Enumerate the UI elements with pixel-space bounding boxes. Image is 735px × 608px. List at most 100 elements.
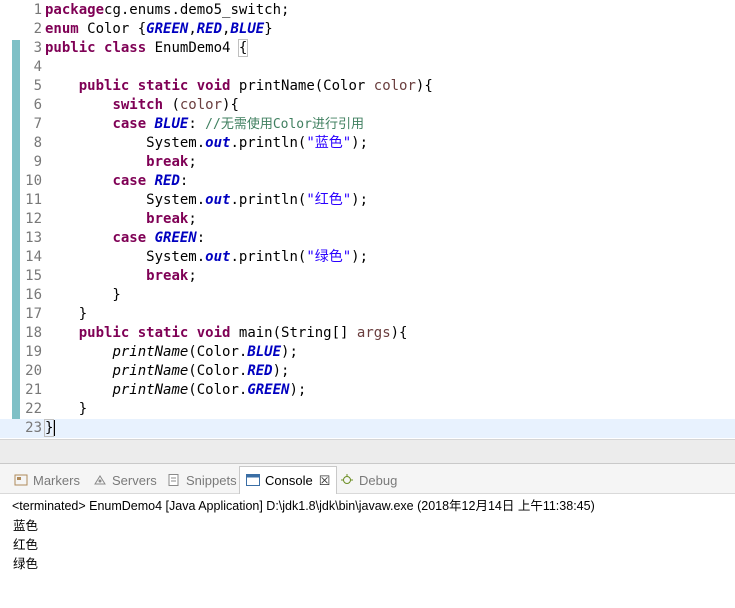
code-line[interactable]: 9 break; (0, 153, 735, 172)
code-text: enum Color {GREEN,RED,BLUE} (45, 20, 273, 39)
code-token: public (78, 325, 130, 341)
code-line[interactable]: 21 printName(Color.GREEN); (0, 381, 735, 400)
code-token: Color { (78, 21, 147, 37)
code-token: .println( (230, 192, 307, 208)
code-token: } (45, 306, 88, 322)
code-token: color (373, 78, 416, 94)
code-token: System. (45, 249, 206, 265)
code-line[interactable]: 10 case RED: (0, 172, 735, 191)
code-text: case RED: (45, 172, 188, 191)
code-text: } (45, 400, 87, 419)
code-line[interactable]: 14 System.out.println("绿色"); (0, 248, 735, 267)
code-line[interactable]: 19 printName(Color.BLUE); (0, 343, 735, 362)
tab-snippets[interactable]: Snippets (167, 469, 237, 493)
code-token: ); (272, 363, 290, 379)
code-line[interactable]: 2 enum Color {GREEN,RED,BLUE} (0, 20, 735, 39)
code-line[interactable]: 11 System.out.println("红色"); (0, 191, 735, 210)
code-line[interactable]: 16 } (0, 286, 735, 305)
code-line[interactable]: 18 public static void main(String[] args… (0, 324, 735, 343)
line-number: 23 (25, 420, 42, 436)
servers-icon (94, 475, 106, 485)
code-token: } (45, 287, 121, 303)
close-icon[interactable]: ☒ (319, 473, 331, 488)
output-line: 绿色 (13, 556, 39, 571)
code-line[interactable]: 4 (0, 58, 735, 77)
code-line[interactable]: 3 public class EnumDemo4 { (0, 39, 735, 58)
code-token: case (112, 173, 147, 189)
code-token: printName (112, 382, 189, 398)
code-token: EnumDemo4 (146, 40, 239, 56)
code-token: enum (45, 21, 79, 37)
code-token: args (356, 325, 391, 341)
code-line[interactable]: 7 case BLUE: //无需使用Color进行引用 (0, 115, 735, 134)
console-icon (246, 474, 260, 486)
code-text: printName(Color.RED); (45, 362, 289, 381)
line-number: 9 (33, 154, 42, 170)
markers-icon (14, 474, 28, 486)
code-text: packagecg.enums.demo5_switch; (45, 1, 289, 20)
code-token: break (146, 154, 189, 170)
code-token: RED (196, 21, 223, 37)
code-token: "绿色" (306, 249, 352, 265)
code-line[interactable]: 8 System.out.println("蓝色"); (0, 134, 735, 153)
code-token: } (45, 401, 88, 417)
code-token: ; (188, 268, 197, 284)
code-token: printName (112, 363, 189, 379)
line-number: 4 (33, 59, 42, 75)
output-line: 红色 (13, 537, 39, 552)
line-number: 8 (33, 135, 42, 151)
code-line[interactable]: 12 break; (0, 210, 735, 229)
code-token: GREEN (154, 230, 197, 246)
code-token: : (179, 173, 189, 189)
tab-label: Servers (112, 473, 157, 488)
code-text: case GREEN: (45, 229, 205, 248)
code-line[interactable]: 22 } (0, 400, 735, 419)
code-lines: 1 packagecg.enums.demo5_switch; 2 enum Colo… (0, 1, 735, 438)
code-text: break; (45, 210, 197, 229)
tab-label: Snippets (186, 473, 237, 488)
code-token: break (146, 211, 189, 227)
code-token: } (43, 419, 55, 437)
code-line[interactable]: 20 printName(Color.RED); (0, 362, 735, 381)
code-token: ); (351, 192, 369, 208)
code-token: cg.enums.demo5_switch; (104, 2, 290, 18)
code-token: System. (45, 135, 206, 151)
code-line[interactable]: 23} (0, 419, 735, 438)
output-line: 蓝色 (13, 518, 39, 533)
code-text: case BLUE: //无需使用Color进行引用 (45, 115, 364, 134)
code-token: ( (163, 97, 180, 113)
code-line[interactable]: 5 public static void printName(Color col… (0, 77, 735, 96)
code-text: public static void main(String[] args){ (45, 324, 408, 343)
tab-servers[interactable]: Servers (93, 469, 157, 493)
code-line[interactable]: 13 case GREEN: (0, 229, 735, 248)
code-line[interactable]: 6 switch (color){ (0, 96, 735, 115)
line-number: 19 (25, 344, 42, 360)
line-number: 11 (25, 192, 42, 208)
tab-label: Debug (359, 473, 398, 488)
tab-debug[interactable]: Debug (340, 469, 397, 493)
console-output[interactable]: 蓝色 红色 绿色 (13, 516, 38, 573)
line-number: 7 (33, 116, 42, 132)
code-token: case (112, 230, 147, 246)
code-editor[interactable]: 1 packagecg.enums.demo5_switch; 2 enum Colo… (0, 0, 735, 439)
line-number: 1 (33, 2, 42, 18)
line-number: 5 (33, 78, 42, 94)
code-line[interactable]: 17 } (0, 305, 735, 324)
tab-markers[interactable]: Markers (14, 469, 80, 493)
tab-console[interactable]: Console ☒ (239, 466, 338, 494)
code-line[interactable]: 1 packagecg.enums.demo5_switch; (0, 1, 735, 20)
code-line[interactable]: 15 break; (0, 267, 735, 286)
code-token: main(String[] (230, 325, 357, 341)
snippets-icon (168, 474, 179, 486)
code-token: .println( (230, 249, 307, 265)
